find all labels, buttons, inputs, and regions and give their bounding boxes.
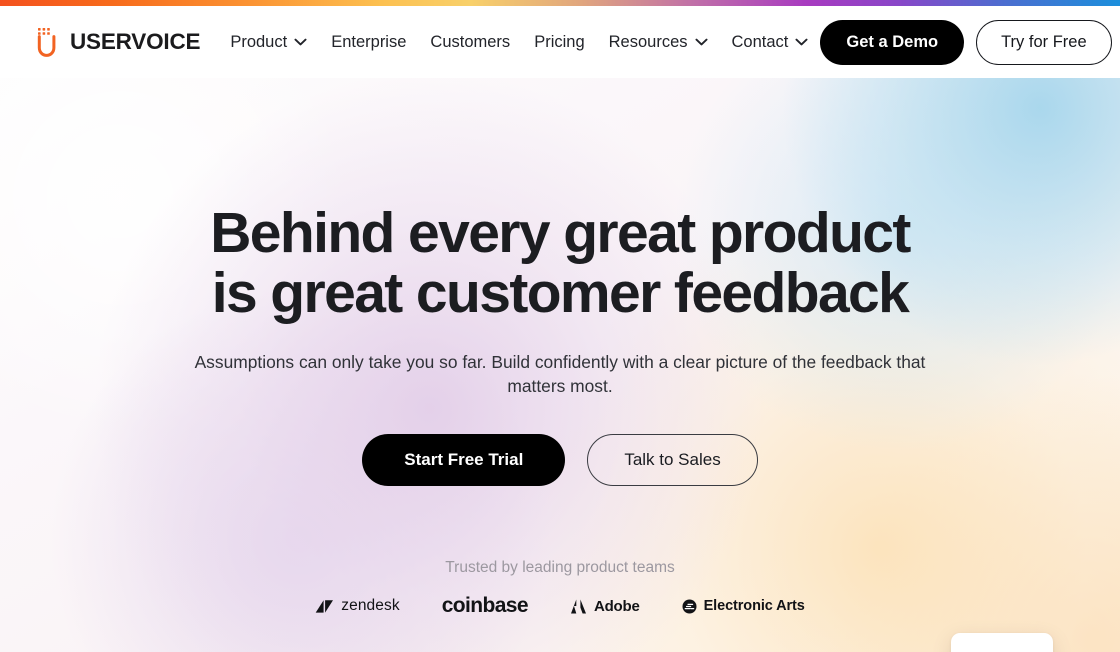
headline-line-1: Behind every great product — [210, 201, 911, 265]
chevron-down-icon — [795, 38, 808, 46]
zendesk-logo-icon — [315, 597, 334, 616]
logo-label: Adobe — [593, 597, 640, 615]
customer-logo-row: zendesk coinbase Adobe Electronic Arts — [0, 594, 1120, 618]
logo-electronic-arts: Electronic Arts — [682, 598, 805, 614]
hero-section: Behind every great product is great cust… — [0, 78, 1120, 652]
site-header: USERVOICE Product Enterprise Customers P… — [0, 6, 1120, 78]
nav-label: Contact — [731, 32, 789, 51]
ea-logo-icon — [682, 599, 697, 614]
chevron-down-icon — [294, 38, 307, 46]
uservoice-u-logo-icon — [36, 27, 58, 57]
header-actions: Get a Demo Try for Free — [820, 19, 1112, 65]
nav-item-enterprise[interactable]: Enterprise — [319, 25, 418, 60]
nav-label: Customers — [430, 32, 511, 51]
nav-label: Enterprise — [331, 32, 407, 51]
nav-item-customers[interactable]: Customers — [418, 25, 522, 60]
nav-item-contact[interactable]: Contact — [720, 25, 821, 60]
top-gradient-bar — [0, 0, 1120, 6]
nav-item-product[interactable]: Product — [218, 25, 319, 60]
logo-coinbase: coinbase — [441, 594, 529, 618]
logo-zendesk: zendesk — [315, 597, 400, 616]
try-for-free-button[interactable]: Try for Free — [976, 19, 1112, 65]
nav-item-pricing[interactable]: Pricing — [522, 25, 596, 60]
logo-label: zendesk — [341, 597, 400, 614]
nav-label: Product — [230, 32, 288, 51]
nav-label: Resources — [608, 32, 688, 51]
main-nav: Product Enterprise Customers Pricing Res… — [218, 25, 820, 60]
talk-to-sales-button[interactable]: Talk to Sales — [587, 434, 758, 486]
hero-headline: Behind every great product is great cust… — [0, 203, 1120, 323]
hero-subheadline: Assumptions can only take you so far. Bu… — [194, 352, 926, 396]
hero-cta-row: Start Free Trial Talk to Sales — [0, 434, 1120, 486]
nav-label: Pricing — [534, 32, 585, 51]
adobe-logo-icon — [570, 598, 587, 615]
chevron-down-icon — [694, 38, 708, 46]
start-free-trial-button[interactable]: Start Free Trial — [362, 434, 566, 486]
logo-label: Electronic Arts — [703, 598, 805, 614]
trusted-by-label: Trusted by leading product teams — [445, 559, 675, 576]
headline-line-2: is great customer feedback — [211, 261, 910, 325]
logo-label: coinbase — [441, 594, 529, 617]
nav-item-resources[interactable]: Resources — [597, 25, 720, 60]
status-card[interactable]: No Status — [951, 633, 1053, 652]
logo-adobe: Adobe — [570, 598, 640, 615]
brand-logo[interactable]: USERVOICE — [36, 27, 201, 57]
hero-content: Behind every great product is great cust… — [0, 78, 1120, 652]
brand-wordmark: USERVOICE — [70, 29, 201, 54]
get-a-demo-button[interactable]: Get a Demo — [820, 19, 965, 65]
